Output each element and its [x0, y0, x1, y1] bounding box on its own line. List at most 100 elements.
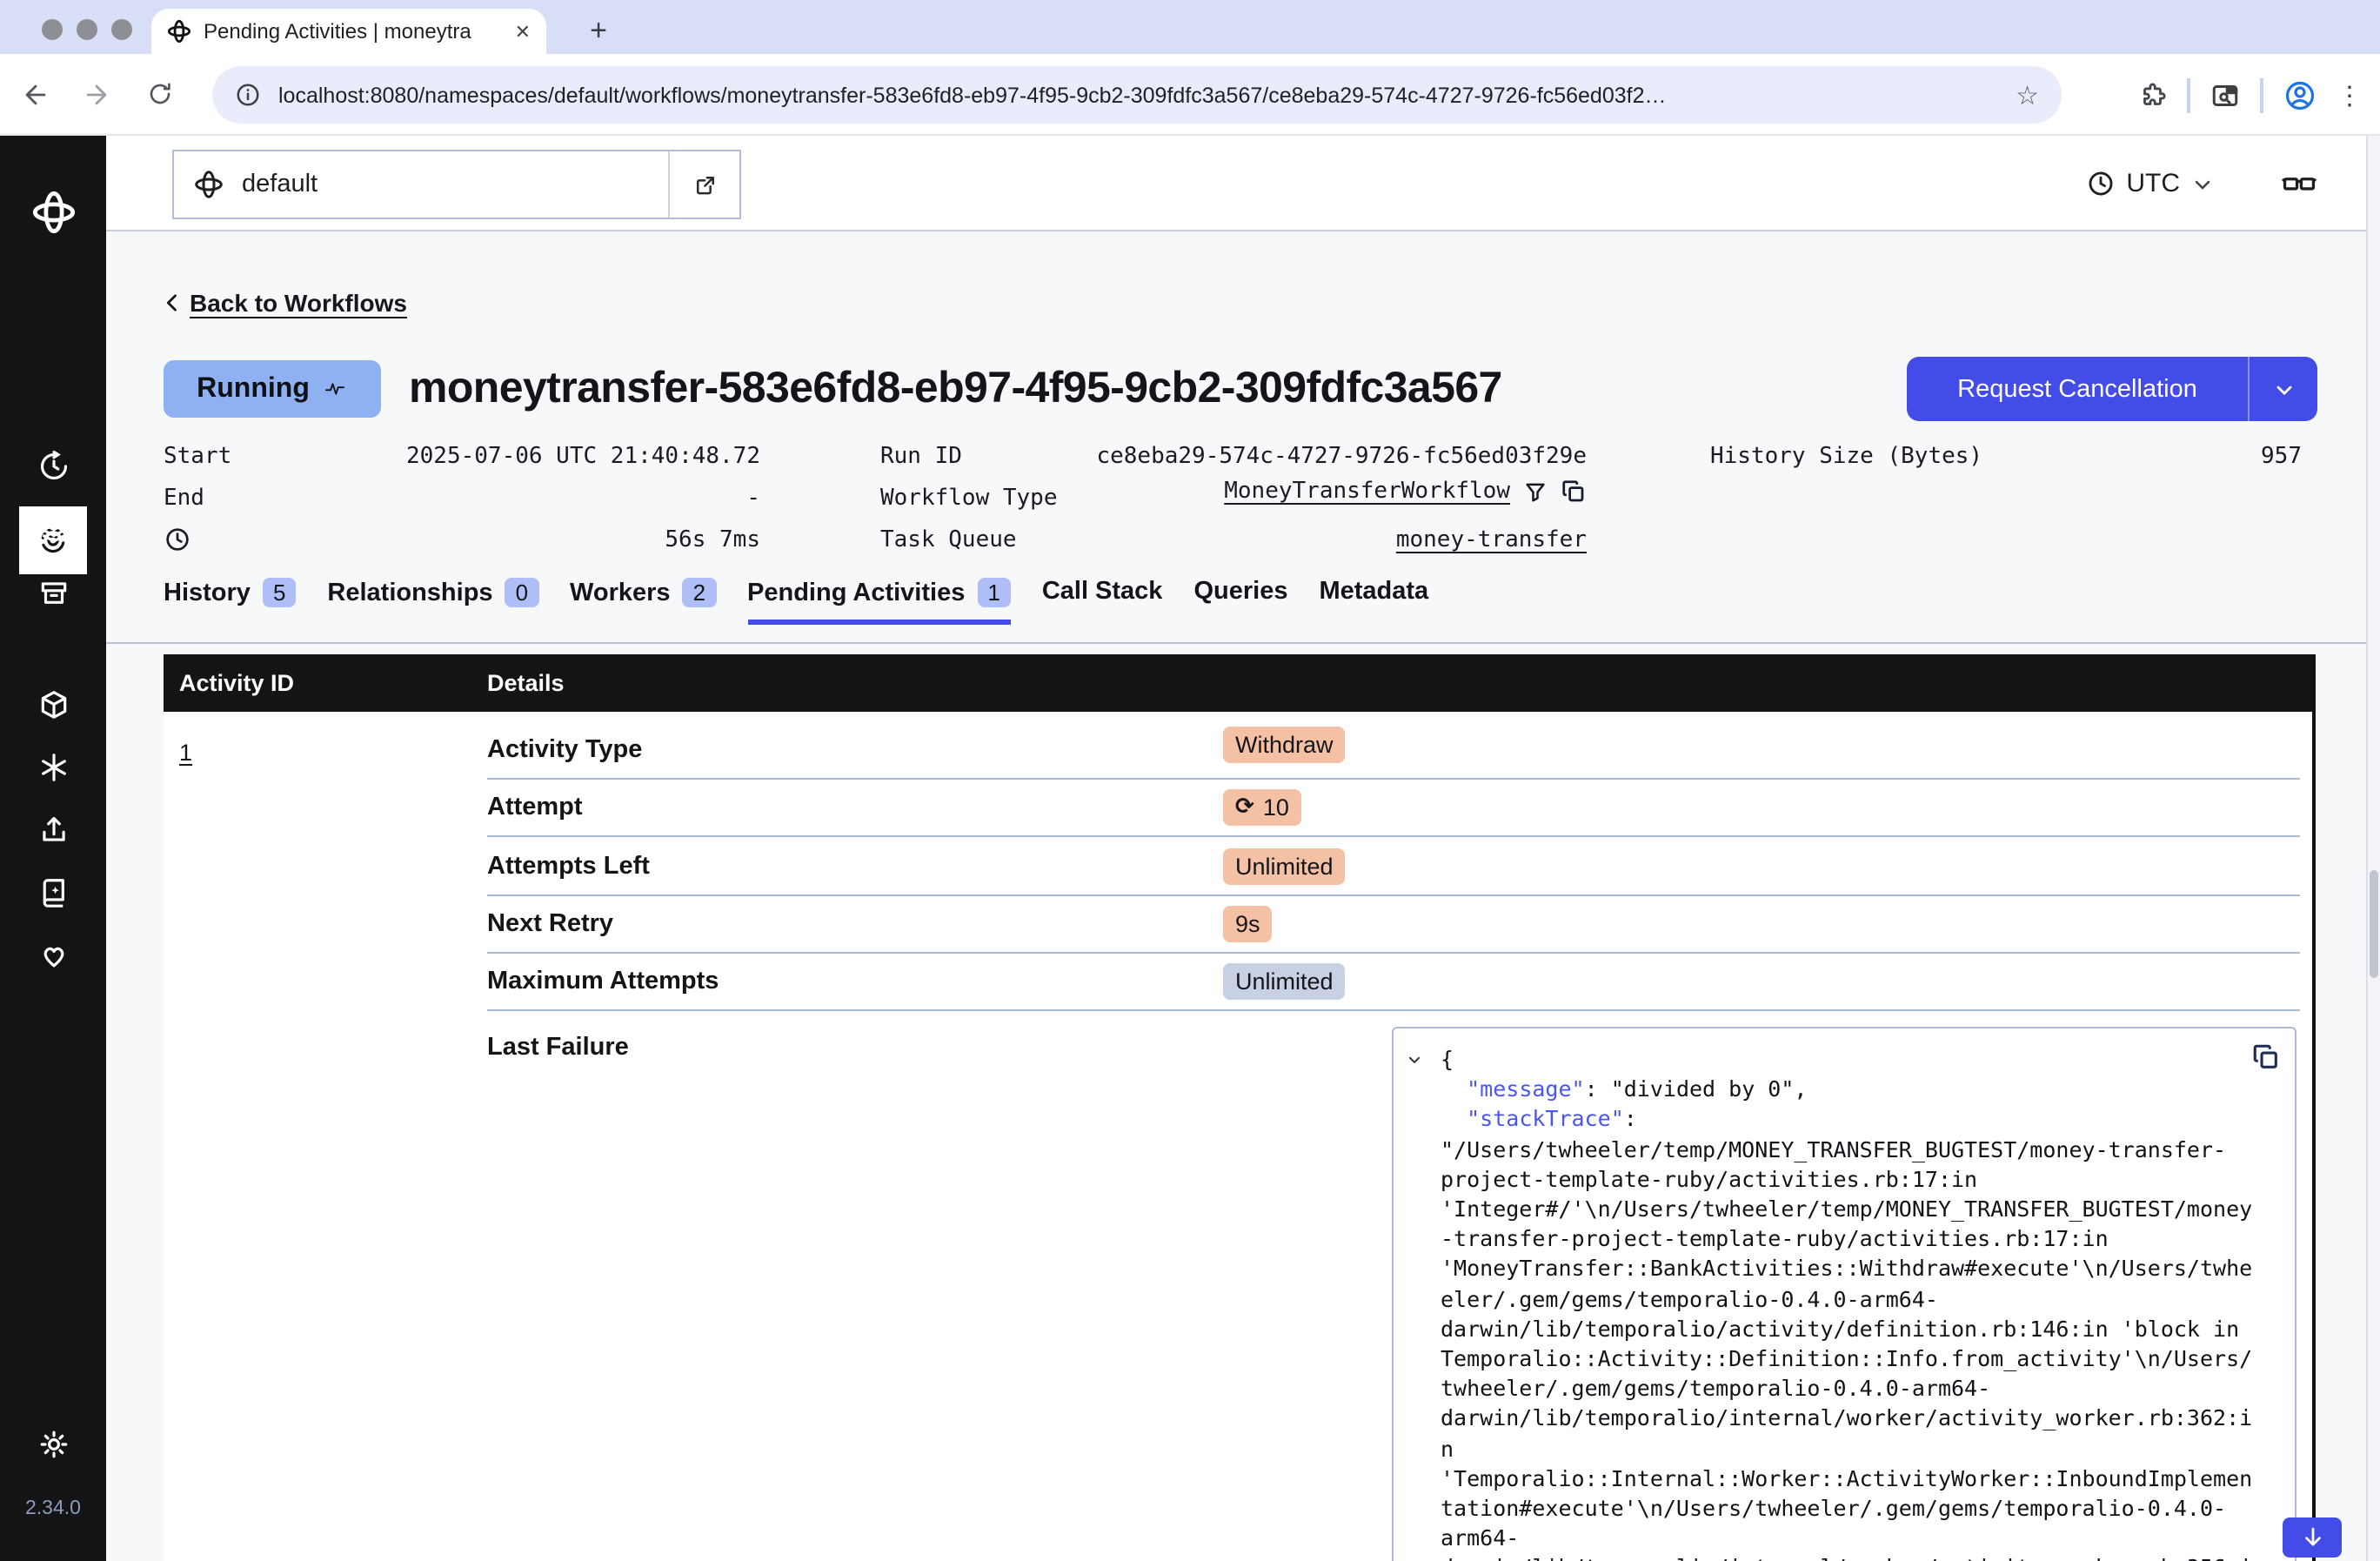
traffic-light-minimize[interactable]	[77, 19, 97, 40]
tab-label: Relationships	[327, 579, 492, 606]
last-failure-code-block[interactable]: { "message": "divided by 0", "stackTrace…	[1392, 1027, 2296, 1561]
nav-item-feedback-heart-icon[interactable]	[37, 939, 70, 972]
end-value: -	[164, 486, 760, 512]
start-value: 2025-07-06 UTC 21:40:48.72	[164, 444, 760, 470]
tab-label: Metadata	[1319, 578, 1428, 606]
temporal-logo-icon	[30, 190, 76, 235]
activity-id-link[interactable]: 1	[179, 740, 192, 766]
tab-workers[interactable]: Workers 2	[570, 578, 716, 620]
status-badge: Running	[164, 360, 381, 418]
workflow-type-link[interactable]: MoneyTransferWorkflow	[1224, 479, 1510, 505]
copy-icon[interactable]	[1561, 479, 1587, 505]
chrome-actions: ⋮	[2138, 54, 2363, 136]
nav-item-import-icon[interactable]	[37, 814, 70, 847]
tab-close-icon[interactable]: ✕	[515, 20, 531, 43]
maximum-attempts-label: Maximum Attempts	[487, 968, 719, 995]
url-text: localhost:8080/namespaces/default/workfl…	[278, 83, 1998, 107]
bookmark-star-icon[interactable]: ☆	[2016, 79, 2039, 111]
forward-icon[interactable]	[82, 80, 111, 110]
details-rows: Activity Type Withdraw Attempt ⟳10 Attem…	[487, 712, 2300, 1561]
table-header: Activity ID Details	[164, 654, 2312, 712]
profile-avatar-icon[interactable]	[2283, 77, 2317, 112]
nav-item-nexus-icon[interactable]	[37, 751, 70, 784]
arrow-down-icon	[2299, 1524, 2325, 1551]
scroll-to-bottom-button[interactable]	[2283, 1517, 2342, 1558]
task-queue-link[interactable]: money-transfer	[880, 527, 1587, 553]
url-bar[interactable]: localhost:8080/namespaces/default/workfl…	[212, 66, 2062, 124]
workflow-tabs: History 5 Relationships 0 Workers 2 Pend…	[164, 578, 1428, 625]
reload-icon[interactable]	[146, 80, 174, 108]
filter-funnel-icon[interactable]	[1522, 479, 1548, 505]
tab-pending-activities[interactable]: Pending Activities 1	[747, 578, 1011, 625]
side-panel-search-icon[interactable]	[2210, 79, 2241, 111]
table-row: Attempt ⟳10	[487, 780, 2300, 837]
timezone-selector[interactable]: UTC	[2086, 136, 2215, 231]
attempt-count: 10	[1263, 794, 1289, 821]
next-retry-label: Next Retry	[487, 910, 613, 938]
nav-item-schedules-icon[interactable]	[37, 450, 70, 483]
attempt-badge: ⟳10	[1223, 789, 1301, 826]
browser-window: Pending Activities | moneytra ✕ + localh…	[0, 0, 2380, 1561]
history-size-value: 957	[1710, 444, 2302, 470]
tab-count-badge: 0	[505, 578, 538, 607]
site-info-icon[interactable]	[235, 82, 261, 108]
nav-item-archive-icon[interactable]	[37, 577, 70, 610]
tab-history[interactable]: History 5	[164, 578, 296, 620]
tab-strip: Pending Activities | moneytra ✕ +	[0, 0, 2380, 54]
workflow-id-title: moneytransfer-583e6fd8-eb97-4f95-9cb2-30…	[409, 364, 1502, 414]
table-body: 1 Activity Type Withdraw Attempt ⟳10 Att…	[164, 712, 2312, 1561]
attempt-label: Attempt	[487, 794, 583, 821]
chevron-left-icon	[160, 291, 184, 315]
nav-item-namespaces-icon[interactable]	[37, 688, 70, 721]
last-failure-code-lines: { "message": "divided by 0", "stackTrace…	[1441, 1044, 2281, 1561]
back-to-workflows-link[interactable]: Back to Workflows	[190, 289, 407, 317]
table-row: Next Retry 9s	[487, 896, 2300, 954]
nav-item-docs-icon[interactable]	[37, 876, 70, 909]
labs-glasses-icon[interactable]	[2281, 165, 2317, 202]
cancel-dropdown-toggle[interactable]	[2248, 357, 2317, 421]
tab-call-stack[interactable]: Call Stack	[1042, 578, 1163, 618]
traffic-light-zoom[interactable]	[111, 19, 132, 40]
column-details: Details	[487, 670, 565, 696]
namespace-selector[interactable]: default	[172, 150, 741, 219]
last-failure-label: Last Failure	[487, 1034, 629, 1062]
pending-activities-table: Activity ID Details 1 Activity Type With…	[164, 654, 2316, 1561]
tab-count-badge: 2	[683, 578, 716, 607]
maximum-attempts-badge: Unlimited	[1223, 963, 1346, 1000]
tab-metadata[interactable]: Metadata	[1319, 578, 1428, 618]
namespace-name: default	[242, 171, 318, 198]
attempts-left-label: Attempts Left	[487, 852, 650, 880]
toolbar-divider	[2260, 77, 2263, 112]
request-cancellation-button[interactable]: Request Cancellation	[1907, 357, 2317, 421]
tab-label: History	[164, 579, 251, 606]
tab-label: Call Stack	[1042, 578, 1163, 606]
back-icon[interactable]	[21, 80, 50, 110]
namespace-current[interactable]: default	[174, 151, 670, 218]
external-link-icon	[692, 171, 718, 198]
request-cancellation-label[interactable]: Request Cancellation	[1907, 357, 2248, 421]
traffic-light-close[interactable]	[42, 19, 63, 40]
tab-label: Queries	[1193, 578, 1287, 606]
tab-relationships[interactable]: Relationships 0	[327, 578, 538, 620]
new-tab-button[interactable]: +	[576, 9, 621, 54]
activity-type-label: Activity Type	[487, 735, 642, 763]
scrollbar-thumb[interactable]	[2370, 870, 2378, 978]
nav-item-batch-operations-icon[interactable]	[37, 513, 70, 546]
table-row: Last Failure { "message": "divided by 0"…	[487, 1011, 2300, 1561]
run-id-value: ce8eba29-574c-4727-9726-fc56ed03f29e	[880, 444, 1587, 470]
namespace-bar: default UTC	[106, 136, 2380, 231]
left-nav: 2.34.0	[0, 136, 106, 1561]
tab-queries[interactable]: Queries	[1193, 578, 1287, 618]
browser-tab[interactable]: Pending Activities | moneytra ✕	[151, 9, 546, 54]
theme-toggle-sun-icon[interactable]	[37, 1428, 70, 1461]
tab-count-badge: 1	[977, 578, 1010, 607]
status-label: Running	[197, 373, 310, 405]
browser-menu-icon[interactable]: ⋮	[2337, 79, 2363, 111]
extensions-puzzle-icon[interactable]	[2138, 80, 2168, 110]
namespace-open-button[interactable]	[670, 151, 739, 218]
page-scrollbar[interactable]	[2366, 136, 2380, 1561]
collapse-caret-icon[interactable]	[1406, 1051, 1423, 1069]
main-panel: default UTC	[106, 136, 2380, 1561]
table-row: Maximum Attempts Unlimited	[487, 954, 2300, 1011]
tab-label: Workers	[570, 579, 671, 606]
